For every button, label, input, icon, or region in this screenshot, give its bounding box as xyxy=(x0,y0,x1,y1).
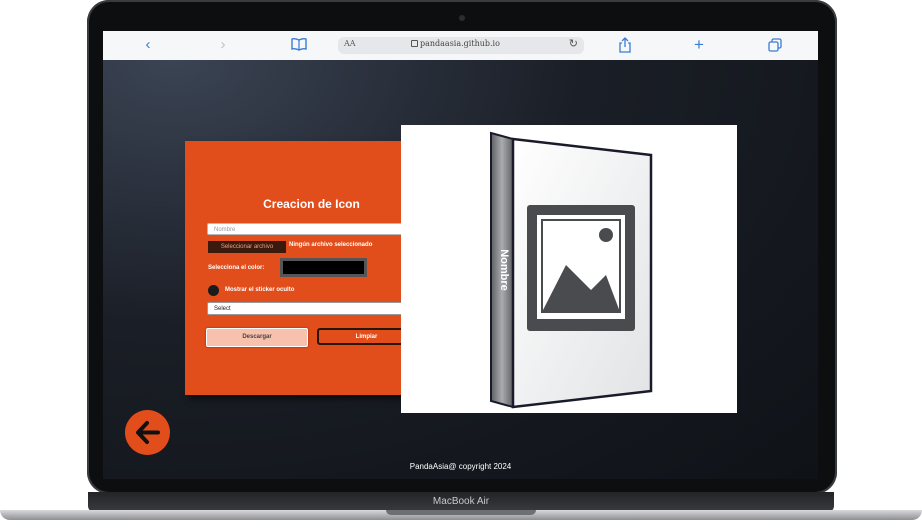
arrow-left-icon xyxy=(136,421,160,444)
sticker-toggle-label: Mostrar el sticker oculto xyxy=(225,287,295,293)
select-file-button[interactable]: Seleccionar archivo xyxy=(208,241,286,253)
share-icon[interactable] xyxy=(615,37,635,55)
browser-toolbar: ‹ › AA pandaasia.github.io ↻ + xyxy=(103,31,818,61)
forward-icon[interactable]: › xyxy=(213,36,233,54)
color-label: Selecciona el color: xyxy=(208,265,265,271)
name-input[interactable]: Nombre xyxy=(207,223,413,235)
back-icon[interactable]: ‹ xyxy=(138,36,158,54)
style-select[interactable]: Select ▼ xyxy=(207,302,415,315)
reload-icon[interactable]: ↻ xyxy=(569,37,578,50)
file-status: Ningún archivo seleccionado xyxy=(289,242,373,248)
tabs-icon[interactable] xyxy=(765,38,785,56)
new-tab-icon[interactable]: + xyxy=(689,36,709,54)
box-illustration xyxy=(490,131,653,409)
back-button[interactable] xyxy=(125,410,170,455)
opening-notch xyxy=(386,510,536,515)
icon-preview: Nombre xyxy=(401,125,737,413)
camera xyxy=(459,15,465,21)
page-content: Creacion de Icon Nombre Seleccionar arch… xyxy=(103,60,818,479)
select-value: Select xyxy=(214,306,231,312)
url-text: pandaasia.github.io xyxy=(420,39,500,48)
bookmarks-icon[interactable] xyxy=(289,37,309,55)
text-size-button[interactable]: AA xyxy=(344,39,356,48)
hinge: MacBook Air xyxy=(88,492,834,512)
footer-copyright: PandaAsia@ copyright 2024 xyxy=(409,462,512,471)
device-label: MacBook Air xyxy=(432,496,490,507)
lock-icon xyxy=(411,40,418,47)
spine-label: Nombre xyxy=(498,249,510,291)
address-bar[interactable]: AA pandaasia.github.io ↻ xyxy=(338,37,584,54)
sticker-toggle[interactable] xyxy=(208,285,219,296)
download-button[interactable]: Descargar xyxy=(206,328,308,347)
color-picker[interactable] xyxy=(280,258,367,277)
screen: ‹ › AA pandaasia.github.io ↻ + Creacion … xyxy=(103,31,818,479)
laptop-base: MacBook Air xyxy=(0,492,922,522)
